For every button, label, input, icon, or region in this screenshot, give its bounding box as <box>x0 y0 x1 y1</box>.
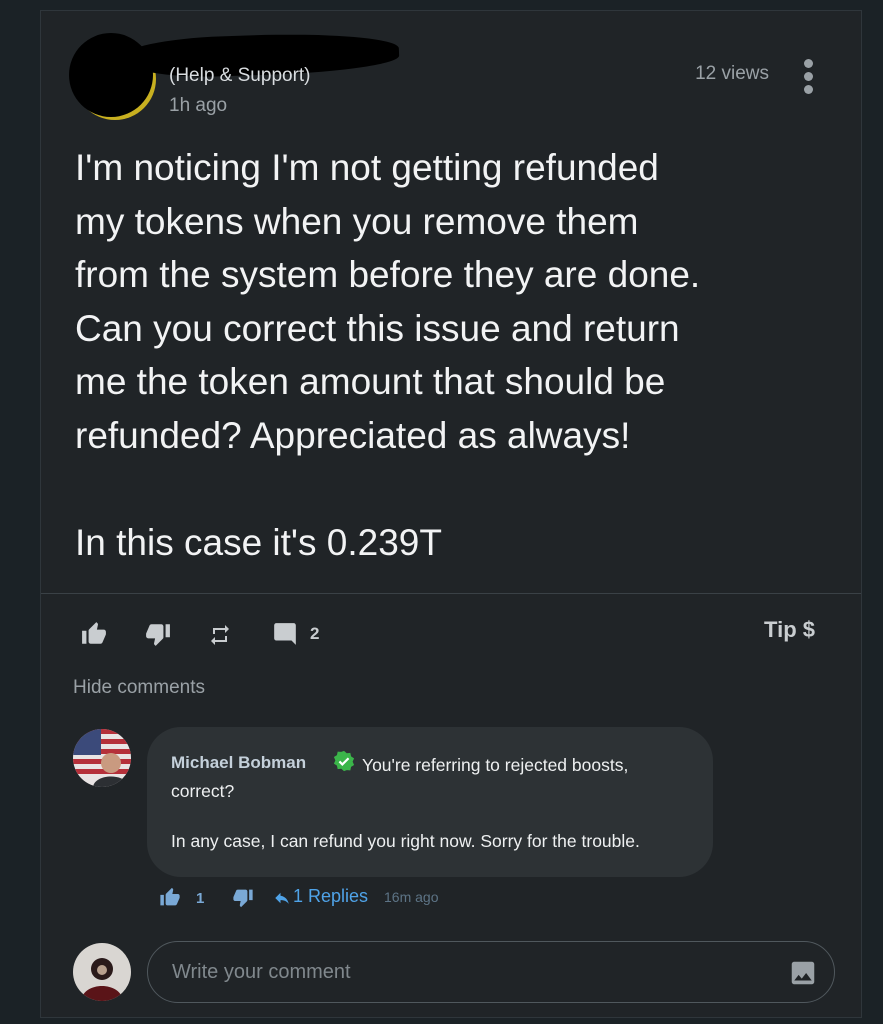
flag-avatar-image <box>73 729 131 787</box>
comment-time: 16m ago <box>384 889 439 905</box>
comment-bubble: Michael Bobman You're referring to rejec… <box>147 727 713 877</box>
dislike-button[interactable] <box>143 621 173 647</box>
user-avatar-image <box>73 943 131 1001</box>
reply-button[interactable] <box>271 889 293 907</box>
post-card: (Help & Support) 1h ago 12 views I'm not… <box>40 10 862 1018</box>
comment-icon <box>274 623 296 645</box>
comment-button[interactable] <box>271 621 299 647</box>
reply-icon <box>275 892 289 904</box>
hide-comments-link[interactable]: Hide comments <box>73 677 205 699</box>
comment-dislike-button[interactable] <box>231 887 255 908</box>
repost-button[interactable] <box>207 623 233 647</box>
comment-like-count: 1 <box>196 890 205 907</box>
comment-like-button[interactable] <box>158 887 182 908</box>
thumbs-down-icon <box>233 889 253 908</box>
commenter-avatar[interactable] <box>73 729 131 787</box>
attach-image-button[interactable] <box>788 958 818 993</box>
post-category[interactable]: (Help & Support) <box>169 65 311 87</box>
more-vertical-icon <box>804 59 813 68</box>
like-button[interactable] <box>79 621 109 647</box>
comment-count: 2 <box>310 624 320 643</box>
comment-text: You're referring to rejected boosts, cor… <box>171 755 629 801</box>
tip-button[interactable]: Tip $ <box>764 617 815 643</box>
thumbs-up-icon <box>160 887 180 906</box>
divider <box>41 593 861 594</box>
post-body: I'm noticing I'm not getting refunded my… <box>75 147 701 563</box>
repost-icon <box>211 625 229 645</box>
image-icon <box>791 961 815 985</box>
thumbs-up-icon <box>82 622 106 644</box>
more-options-button[interactable] <box>799 57 819 97</box>
thumbs-down-icon <box>146 624 170 646</box>
view-count: 12 views <box>695 63 769 84</box>
comment-input[interactable] <box>147 941 835 1003</box>
replies-link[interactable]: 1 Replies <box>293 886 368 907</box>
post-time: 1h ago <box>169 95 228 116</box>
comment-text-continued: In any case, I can refund you right now.… <box>171 831 640 851</box>
current-user-avatar <box>73 943 131 1001</box>
